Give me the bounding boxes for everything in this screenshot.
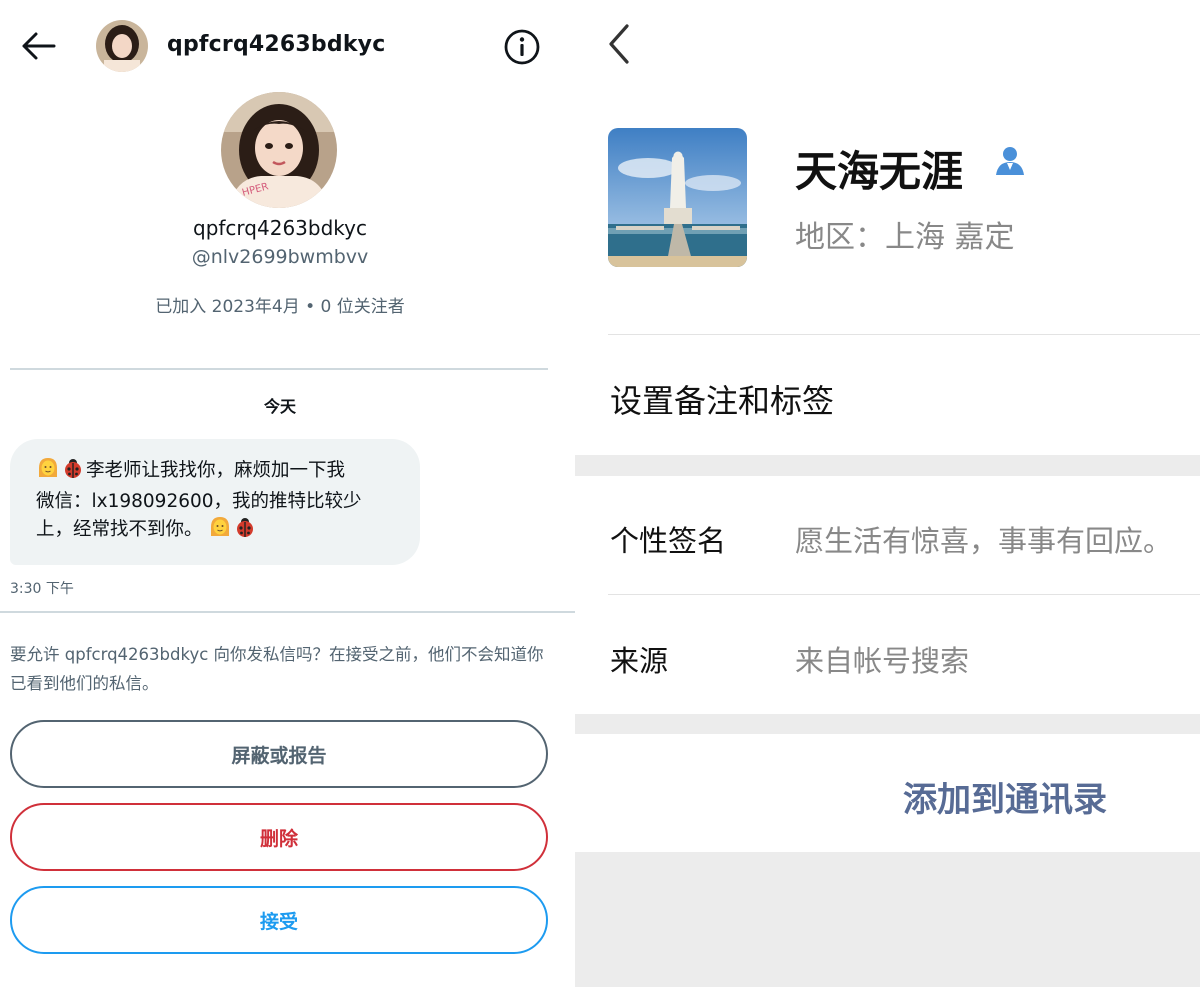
signature-label: 个性签名 <box>610 524 727 558</box>
profile-header-section: 天海无涯 地区：上海 嘉定 设置备注和标签 <box>575 0 1200 455</box>
permission-prompt: 要允许 qpfcrq4263bdkyc 向你发私信吗？在接受之前，他们不会知道你… <box>10 645 544 693</box>
contact-name: 天海无涯 <box>795 147 964 196</box>
source-label: 来源 <box>610 644 669 678</box>
divider <box>608 594 1200 595</box>
woman-emoji-icon <box>208 516 232 547</box>
wechat-profile-panel: 天海无涯 地区：上海 嘉定 设置备注和标签 个性签名 愿生活有惊喜，事事有回应。… <box>575 0 1200 987</box>
signature-value: 愿生活有惊喜，事事有回应。 <box>795 524 1173 558</box>
add-to-contacts-button[interactable]: 添加到通讯录 <box>575 772 1200 821</box>
back-arrow-icon[interactable] <box>20 30 56 62</box>
add-contact-section: 添加到通讯录 <box>575 734 1200 852</box>
divider <box>608 334 1200 335</box>
block-or-report-button[interactable]: 屏蔽或报告 <box>10 720 548 788</box>
back-chevron-icon[interactable] <box>605 22 633 66</box>
message-timestamp: 3:30 下午 <box>10 581 74 597</box>
message-line-1: 李老师让我找你，麻烦加一下我 <box>86 460 346 481</box>
contact-avatar[interactable] <box>608 128 747 267</box>
twitter-dm-panel: qpfcrq4263bdkyc HPER qpfcrq4263bdkyc @nl… <box>0 0 575 987</box>
accept-button[interactable]: 接受 <box>10 886 548 954</box>
person-gender-icon <box>996 147 1024 175</box>
profile-avatar[interactable]: HPER <box>221 92 337 208</box>
ladybug-emoji-icon <box>234 516 256 547</box>
contact-region: 地区：上海 嘉定 <box>795 220 1015 255</box>
set-remark-and-tags-row[interactable]: 设置备注和标签 <box>610 376 834 422</box>
message-line-2: 微信：lx198092600，我的推特比较少 <box>36 491 362 512</box>
header-avatar[interactable] <box>96 20 148 72</box>
divider <box>10 368 548 370</box>
delete-button[interactable]: 删除 <box>10 803 548 871</box>
profile-name: qpfcrq4263bdkyc <box>193 216 367 240</box>
message-bubble[interactable]: 李老师让我找你，麻烦加一下我 微信：lx198092600，我的推特比较少 上，… <box>10 439 420 565</box>
info-icon[interactable] <box>503 28 541 66</box>
profile-details-section: 个性签名 愿生活有惊喜，事事有回应。 来源 来自帐号搜索 <box>575 476 1200 714</box>
source-value: 来自帐号搜索 <box>795 644 970 678</box>
ladybug-emoji-icon <box>62 457 84 488</box>
divider <box>0 611 575 613</box>
message-line-3: 上，经常找不到你。 <box>36 519 203 540</box>
message-text: 李老师让我找你，麻烦加一下我 微信：lx198092600，我的推特比较少 上，… <box>36 457 398 547</box>
profile-handle: @nlv2699bwmbvv <box>191 246 369 268</box>
header-display-name: qpfcrq4263bdkyc <box>167 32 386 57</box>
profile-join-followers: 已加入 2023年4月 • 0 位关注者 <box>155 297 405 317</box>
woman-emoji-icon <box>36 457 60 488</box>
day-separator: 今天 <box>263 397 296 416</box>
